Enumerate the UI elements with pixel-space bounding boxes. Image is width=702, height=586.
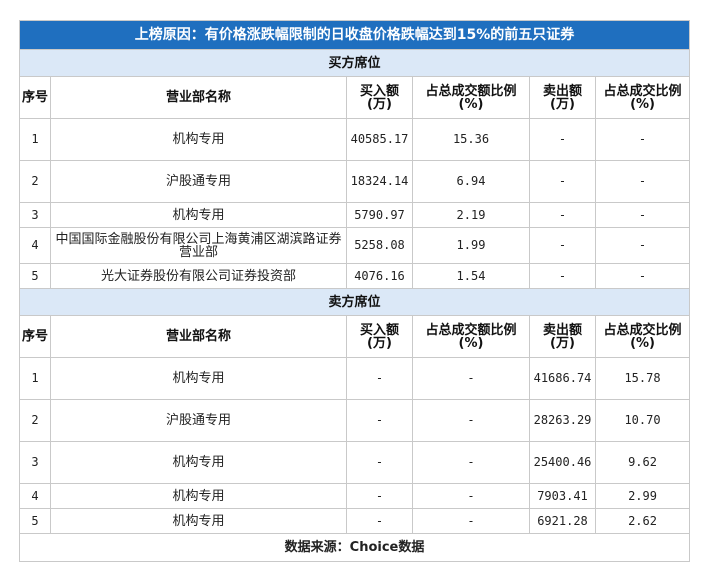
cell-sell-ratio: 2.62 xyxy=(594,508,691,534)
header-rank: 序号 xyxy=(19,76,51,119)
cell-sell-amount: 6921.28 xyxy=(529,508,596,534)
cell-buy-amount: 18324.14 xyxy=(346,160,413,203)
cell-buy-amount: - xyxy=(346,483,413,509)
cell-buy-amount: 40585.17 xyxy=(346,118,413,161)
cell-sell-amount: 28263.29 xyxy=(529,399,596,442)
table-title: 上榜原因：有价格涨跌幅限制的日收盘价格跌幅达到15%的前五只证券 xyxy=(18,20,691,50)
cell-name: 中国国际金融股份有限公司上海黄浦区湖滨路证券营业部 xyxy=(50,227,347,264)
sell-section-row: 卖方席位 xyxy=(18,288,691,316)
cell-rank: 5 xyxy=(19,263,51,289)
cell-sell-amount: 7903.41 xyxy=(529,483,596,509)
cell-rank: 2 xyxy=(19,160,51,203)
cell-rank: 1 xyxy=(19,357,51,400)
cell-buy-amount: - xyxy=(346,508,413,534)
footer-row: 数据来源：Choice数据 xyxy=(18,533,691,562)
header-rank: 序号 xyxy=(19,315,51,358)
data-source-note: 数据来源：Choice数据 xyxy=(18,533,691,562)
cell-buy-amount: 5790.97 xyxy=(346,202,413,228)
cell-rank: 1 xyxy=(19,118,51,161)
cell-rank: 3 xyxy=(19,202,51,228)
cell-name: 光大证券股份有限公司证券投资部 xyxy=(50,263,347,289)
table-row: 5 光大证券股份有限公司证券投资部 4076.16 1.54 - - xyxy=(19,263,691,289)
cell-sell-ratio: - xyxy=(594,227,691,264)
header-buy-amount: 买入额(万) xyxy=(346,315,413,358)
header-sell-amount: 卖出额(万) xyxy=(529,315,596,358)
cell-sell-amount: 41686.74 xyxy=(529,357,596,400)
cell-rank: 3 xyxy=(19,441,51,484)
cell-sell-ratio: 2.99 xyxy=(594,483,691,509)
cell-buy-amount: 5258.08 xyxy=(346,227,413,264)
table-row: 3 机构专用 5790.97 2.19 - - xyxy=(19,202,691,228)
cell-buy-ratio: - xyxy=(412,508,530,534)
cell-buy-amount: 4076.16 xyxy=(346,263,413,289)
table-row: 1 机构专用 40585.17 15.36 - - xyxy=(19,118,691,161)
header-name: 营业部名称 xyxy=(50,315,347,358)
cell-buy-ratio: 1.99 xyxy=(412,227,530,264)
buy-section-title: 买方席位 xyxy=(18,49,691,77)
cell-sell-amount: - xyxy=(529,202,596,228)
cell-name: 沪股通专用 xyxy=(50,399,347,442)
cell-sell-ratio: 15.78 xyxy=(594,357,691,400)
cell-rank: 2 xyxy=(19,399,51,442)
table-row: 2 沪股通专用 18324.14 6.94 - - xyxy=(19,160,691,203)
cell-buy-ratio: - xyxy=(412,357,530,400)
cell-sell-ratio: - xyxy=(594,263,691,289)
buy-header-row: 序号 营业部名称 买入额(万) 占总成交额比例(%) 卖出额(万) 占总成交比例… xyxy=(19,76,691,119)
table-row: 3 机构专用 - - 25400.46 9.62 xyxy=(19,441,691,484)
cell-name: 机构专用 xyxy=(50,483,347,509)
sell-header-row: 序号 营业部名称 买入额(万) 占总成交额比例(%) 卖出额(万) 占总成交比例… xyxy=(19,315,691,358)
table-title-row: 上榜原因：有价格涨跌幅限制的日收盘价格跌幅达到15%的前五只证券 xyxy=(18,20,691,50)
buy-section-row: 买方席位 xyxy=(18,49,691,77)
header-sell-ratio: 占总成交比例(%) xyxy=(594,315,691,358)
header-buy-ratio: 占总成交额比例(%) xyxy=(412,76,530,119)
cell-sell-amount: 25400.46 xyxy=(529,441,596,484)
cell-sell-ratio: 10.70 xyxy=(594,399,691,442)
header-name: 营业部名称 xyxy=(50,76,347,119)
header-buy-ratio: 占总成交额比例(%) xyxy=(412,315,530,358)
cell-buy-ratio: 2.19 xyxy=(412,202,530,228)
cell-name: 机构专用 xyxy=(50,508,347,534)
cell-buy-amount: - xyxy=(346,441,413,484)
cell-sell-amount: - xyxy=(529,118,596,161)
table-row: 5 机构专用 - - 6921.28 2.62 xyxy=(19,508,691,534)
table-row: 2 沪股通专用 - - 28263.29 10.70 xyxy=(19,399,691,442)
cell-rank: 4 xyxy=(19,483,51,509)
dragon-tiger-table: 上榜原因：有价格涨跌幅限制的日收盘价格跌幅达到15%的前五只证券 买方席位 序号… xyxy=(18,20,691,562)
cell-sell-amount: - xyxy=(529,263,596,289)
cell-buy-amount: - xyxy=(346,399,413,442)
cell-rank: 4 xyxy=(19,227,51,264)
cell-buy-amount: - xyxy=(346,357,413,400)
cell-name: 机构专用 xyxy=(50,357,347,400)
table-row: 4 中国国际金融股份有限公司上海黄浦区湖滨路证券营业部 5258.08 1.99… xyxy=(19,227,691,264)
cell-buy-ratio: 6.94 xyxy=(412,160,530,203)
cell-buy-ratio: 15.36 xyxy=(412,118,530,161)
cell-sell-ratio: - xyxy=(594,118,691,161)
table-row: 1 机构专用 - - 41686.74 15.78 xyxy=(19,357,691,400)
cell-name: 机构专用 xyxy=(50,202,347,228)
cell-sell-amount: - xyxy=(529,227,596,264)
cell-name: 机构专用 xyxy=(50,441,347,484)
cell-sell-ratio: 9.62 xyxy=(594,441,691,484)
cell-sell-ratio: - xyxy=(594,160,691,203)
lhb-table-container: 上榜原因：有价格涨跌幅限制的日收盘价格跌幅达到15%的前五只证券 买方席位 序号… xyxy=(18,20,691,562)
cell-buy-ratio: - xyxy=(412,483,530,509)
cell-name: 沪股通专用 xyxy=(50,160,347,203)
header-buy-amount: 买入额(万) xyxy=(346,76,413,119)
cell-buy-ratio: 1.54 xyxy=(412,263,530,289)
cell-name: 机构专用 xyxy=(50,118,347,161)
sell-section-title: 卖方席位 xyxy=(18,288,691,316)
table-row: 4 机构专用 - - 7903.41 2.99 xyxy=(19,483,691,509)
cell-sell-ratio: - xyxy=(594,202,691,228)
cell-sell-amount: - xyxy=(529,160,596,203)
cell-buy-ratio: - xyxy=(412,441,530,484)
cell-buy-ratio: - xyxy=(412,399,530,442)
cell-rank: 5 xyxy=(19,508,51,534)
header-sell-amount: 卖出额(万) xyxy=(529,76,596,119)
header-sell-ratio: 占总成交比例(%) xyxy=(594,76,691,119)
